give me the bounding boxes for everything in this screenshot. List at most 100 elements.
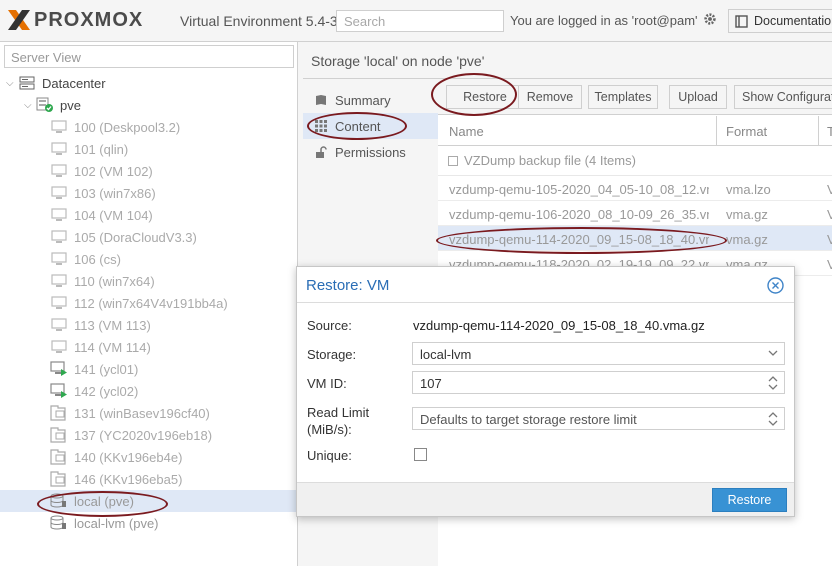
tree-item-label: 113 (VM 113): [74, 317, 151, 333]
tree-item[interactable]: 137 (YC2020v196eb18): [0, 424, 297, 446]
tree-item[interactable]: 110 (win7x64): [0, 270, 297, 292]
cell-type: VZDump: [827, 232, 832, 247]
show-configuration-button[interactable]: Show Configuration: [734, 85, 832, 109]
source-value: vzdump-qemu-114-2020_09_15-08_18_40.vma.…: [413, 318, 705, 333]
table-row[interactable]: vzdump-qemu-105-2020_04_05-10_08_12.vma.…: [438, 176, 832, 201]
spinner-icon[interactable]: [768, 375, 778, 391]
vm-stopped-icon: [50, 339, 68, 355]
tree-item-label: 100 (Deskpool3.2): [74, 119, 181, 135]
book-icon: [313, 94, 329, 106]
tree-item[interactable]: 103 (win7x86): [0, 182, 297, 204]
vm-running-icon: [50, 383, 68, 399]
resource-tree-panel: Server View ⌵ Datacenter ⌵ pve 100 (Desk…: [0, 42, 298, 566]
tree-item[interactable]: 140 (KKv196eb4e): [0, 446, 297, 468]
search-input[interactable]: [336, 10, 504, 32]
table-row[interactable]: vzdump-qemu-106-2020_08_10-09_26_35.vma.…: [438, 201, 832, 226]
tree-item-label: 131 (winBasev196cf40): [74, 405, 210, 421]
logo-text: PROXMOX: [34, 8, 144, 31]
tree-item-label: 102 (VM 102): [74, 163, 153, 179]
collapse-icon[interactable]: ⌵: [6, 78, 18, 89]
tree-item[interactable]: 146 (KKv196eba5): [0, 468, 297, 490]
vm-stopped-icon: [50, 317, 68, 333]
nav-summary[interactable]: Summary: [303, 87, 438, 113]
tree-item-label: 106 (cs): [74, 251, 121, 267]
grid-header: Name Format Type: [438, 116, 832, 146]
vm-stopped-icon: [50, 295, 68, 311]
unique-label: Unique:: [307, 448, 352, 463]
storage-select[interactable]: local-lvm: [412, 342, 785, 365]
unique-checkbox[interactable]: [414, 448, 427, 461]
version-label: Virtual Environment 5.4-3: [180, 13, 338, 29]
dialog-restore-button[interactable]: Restore: [712, 488, 787, 512]
highlight-oval: [431, 73, 517, 116]
template-icon: [50, 471, 68, 487]
group-header[interactable]: VZDump backup file (4 Items): [438, 146, 832, 176]
book-icon: [735, 14, 748, 28]
storage-icon: [50, 515, 68, 531]
vm-stopped-icon: [50, 207, 68, 223]
tree-item[interactable]: 114 (VM 114): [0, 336, 297, 358]
cell-type: VZDump: [827, 257, 832, 272]
readlimit-spinner[interactable]: Defaults to target storage restore limit: [412, 407, 785, 430]
tree-item[interactable]: 112 (win7x64V4v191bb4a): [0, 292, 297, 314]
template-icon: [50, 449, 68, 465]
tree-item[interactable]: 100 (Deskpool3.2): [0, 116, 297, 138]
spinner-icon[interactable]: [768, 411, 778, 427]
chevron-down-icon[interactable]: [768, 346, 778, 360]
documentation-button[interactable]: Documentation: [728, 9, 832, 33]
dialog-header: Restore: VM: [297, 267, 794, 303]
proxmox-logo[interactable]: PROXMOX: [6, 8, 143, 32]
cell-format: vma.gz: [726, 207, 768, 222]
readlimit-placeholder: Defaults to target storage restore limit: [420, 412, 637, 427]
remove-button[interactable]: Remove: [518, 85, 582, 109]
documentation-label: Documentation: [754, 14, 832, 28]
vm-stopped-icon: [50, 251, 68, 267]
unlock-icon: [313, 146, 329, 158]
tree-item[interactable]: 106 (cs): [0, 248, 297, 270]
gear-icon[interactable]: [703, 12, 717, 26]
close-icon[interactable]: [767, 277, 784, 294]
tree-item-label: local-lvm (pve): [74, 515, 159, 531]
tree-item-datacenter[interactable]: ⌵ Datacenter: [0, 72, 297, 94]
column-name[interactable]: Name: [449, 124, 484, 139]
template-icon: [50, 405, 68, 421]
node-online-icon: [36, 97, 54, 113]
cell-format: vma.lzo: [726, 182, 771, 197]
tree-item[interactable]: 105 (DoraCloudV3.3): [0, 226, 297, 248]
upload-button[interactable]: Upload: [669, 85, 727, 109]
vm-stopped-icon: [50, 119, 68, 135]
tree-item[interactable]: 141 (ycl01): [0, 358, 297, 380]
column-format[interactable]: Format: [726, 124, 767, 139]
tree-item[interactable]: local-lvm (pve): [0, 512, 297, 534]
datacenter-icon: [18, 75, 36, 91]
tree-item[interactable]: 101 (qlin): [0, 138, 297, 160]
cell-name: vzdump-qemu-106-2020_08_10-09_26_35.vma.…: [449, 207, 709, 222]
logged-in-label: You are logged in as 'root@pam': [510, 13, 698, 28]
tree-item-label: 105 (DoraCloudV3.3): [74, 229, 197, 245]
tree-item[interactable]: 104 (VM 104): [0, 204, 297, 226]
cell-format: vma.gz: [726, 232, 768, 247]
vm-stopped-icon: [50, 229, 68, 245]
template-icon: [50, 427, 68, 443]
vmid-spinner[interactable]: 107: [412, 371, 785, 394]
tree-item-label: 103 (win7x86): [74, 185, 156, 201]
storage-label: Storage:: [307, 347, 357, 362]
tree-item[interactable]: 131 (winBasev196cf40): [0, 402, 297, 424]
nav-permissions[interactable]: Permissions: [303, 139, 438, 165]
tree-item[interactable]: 113 (VM 113): [0, 314, 297, 336]
dialog-title: Restore: VM: [306, 277, 390, 294]
column-type[interactable]: Type: [827, 124, 832, 139]
tree-item-node[interactable]: ⌵ pve: [0, 94, 297, 116]
collapse-icon[interactable]: [448, 155, 458, 166]
collapse-icon[interactable]: ⌵: [24, 100, 36, 111]
readlimit-unit-label: (MiB/s):: [307, 422, 352, 437]
tree-item[interactable]: 102 (VM 102): [0, 160, 297, 182]
tree-item[interactable]: 142 (ycl02): [0, 380, 297, 402]
templates-button[interactable]: Templates: [588, 85, 658, 109]
storage-value: local-lvm: [420, 347, 472, 362]
proxmox-x-icon: [6, 8, 32, 32]
vm-stopped-icon: [50, 141, 68, 157]
top-bar: PROXMOX Virtual Environment 5.4-3 You ar…: [0, 0, 832, 42]
cell-type: VZDump: [827, 182, 832, 197]
server-view-select[interactable]: Server View: [4, 45, 294, 68]
